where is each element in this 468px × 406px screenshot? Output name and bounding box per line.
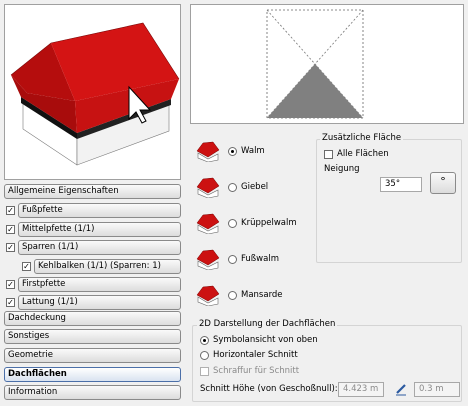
roof-type-icon <box>196 213 220 234</box>
nav-information[interactable]: Information <box>4 385 181 400</box>
tree-checkbox[interactable]: ✓ <box>6 298 15 307</box>
schraffur-checkbox[interactable] <box>200 367 209 376</box>
tree-item[interactable]: Sparren (1/1) <box>18 240 181 255</box>
house-3d-preview <box>10 22 180 166</box>
nav-geometrie[interactable]: Geometrie <box>4 348 181 363</box>
roof-type-icon <box>196 285 220 306</box>
nav-allgemeine-eigenschaften[interactable]: Allgemeine Eigenschaften <box>4 184 181 199</box>
nav-sonstiges[interactable]: Sonstiges <box>4 329 181 344</box>
roof-plan-preview <box>266 9 364 119</box>
darstellung-title: 2D Darstellung der Dachflächen <box>197 319 338 329</box>
preview-2d-panel <box>190 4 464 124</box>
tree-checkbox[interactable]: ✓ <box>6 280 15 289</box>
schraffur-label: Schraffur für Schnitt <box>213 366 300 376</box>
roof-type-label: Walm <box>241 146 265 156</box>
tree-item[interactable]: Firstpfette <box>18 277 181 292</box>
alle-flaechen-checkbox[interactable] <box>324 150 333 159</box>
neigung-label: Neigung <box>324 164 360 174</box>
roof-type-icon <box>196 249 220 270</box>
roof-type-icon <box>196 141 220 162</box>
roof-type-label: Giebel <box>241 182 269 192</box>
roof-type-radio[interactable] <box>228 255 237 264</box>
zusaetzliche-flaeche-title: Zusätzliche Fläche <box>320 133 404 143</box>
tree-item[interactable]: Mittelpfette (1/1) <box>18 222 181 237</box>
roof-type-label: Krüppelwalm <box>241 218 297 228</box>
roof-type-radio[interactable] <box>228 183 237 192</box>
neigung-input[interactable]: 35° <box>380 177 422 192</box>
tree-checkbox[interactable]: ✓ <box>6 206 15 215</box>
nav-dachdeckung[interactable]: Dachdeckung <box>4 311 181 326</box>
nav-dachflaechen[interactable]: Dachflächen <box>4 367 181 382</box>
symbolansicht-label: Symbolansicht von oben <box>213 335 318 345</box>
alle-flaechen-label: Alle Flächen <box>337 149 389 159</box>
roof-type-radio[interactable] <box>228 147 237 156</box>
schnitt-offset-input[interactable]: 0.3 m <box>414 382 460 397</box>
pencil-icon[interactable] <box>394 382 408 396</box>
roof-type-radio[interactable] <box>228 219 237 228</box>
tree-item[interactable]: Kehlbalken (1/1) (Sparren: 1) <box>34 259 181 274</box>
schnitt-hoehe-label: Schnitt Höhe (von Geschoßnull): <box>200 384 338 394</box>
degree-button[interactable]: ° <box>430 172 456 194</box>
roof-type-radio[interactable] <box>228 291 237 300</box>
roof-type-icon <box>196 177 220 198</box>
tree-checkbox[interactable]: ✓ <box>22 262 31 271</box>
tree-checkbox[interactable]: ✓ <box>6 243 15 252</box>
horizontaler-schnitt-label: Horizontaler Schnitt <box>213 350 298 360</box>
tree-item[interactable]: Lattung (1/1) <box>18 295 181 310</box>
tree-checkbox[interactable]: ✓ <box>6 225 15 234</box>
preview-3d-panel[interactable] <box>4 4 181 180</box>
tree-item[interactable]: Fußpfette <box>18 203 181 218</box>
horizontaler-schnitt-radio[interactable] <box>200 351 209 360</box>
symbolansicht-radio[interactable] <box>200 336 209 345</box>
roof-type-label: Mansarde <box>241 290 283 300</box>
roof-type-label: Fußwalm <box>241 254 279 264</box>
schnitt-hoehe-input[interactable]: 4.423 m <box>338 382 384 397</box>
